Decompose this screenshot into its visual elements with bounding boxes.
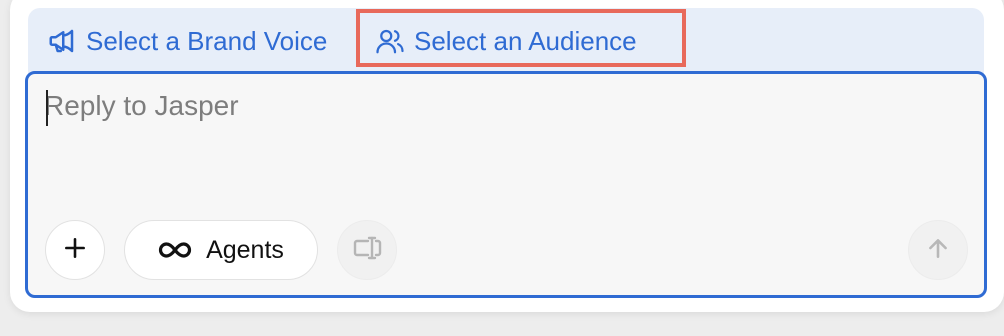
text-caret (46, 90, 48, 126)
send-button[interactable] (908, 220, 968, 280)
megaphone-icon (46, 25, 78, 57)
audience-label: Select an Audience (414, 25, 637, 56)
page: Select a Brand Voice Select an Audience (0, 0, 1004, 336)
add-button[interactable] (45, 220, 105, 280)
reply-composer: Agents (25, 71, 987, 298)
plus-icon (62, 235, 88, 266)
context-bar: Select a Brand Voice Select an Audience (28, 8, 984, 74)
infinity-icon (158, 240, 192, 260)
users-icon (374, 25, 406, 57)
arrow-up-icon (925, 235, 951, 266)
select-audience-button[interactable]: Select an Audience (374, 8, 637, 74)
text-cursor-box-icon (350, 231, 384, 270)
text-tool-button[interactable] (337, 220, 397, 280)
select-brand-voice-button[interactable]: Select a Brand Voice (46, 8, 327, 74)
brand-voice-label: Select a Brand Voice (86, 25, 328, 56)
agents-button[interactable]: Agents (124, 220, 318, 280)
reply-input[interactable] (44, 90, 964, 200)
agents-label: Agents (206, 235, 284, 264)
